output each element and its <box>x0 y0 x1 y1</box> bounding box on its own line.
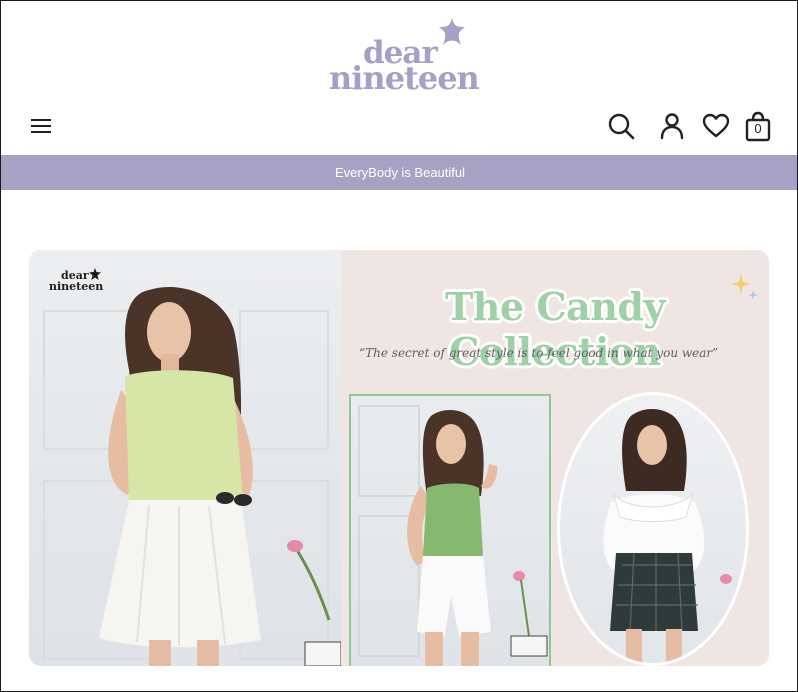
model-figure <box>99 286 341 666</box>
announcement-text: EveryBody is Beautiful <box>334 165 466 180</box>
hero-banner[interactable]: dear nineteen The Candy Collection “The … <box>29 250 769 666</box>
announcement-bar: EveryBody is Beautiful <box>1 155 797 190</box>
collection-headline: The Candy Collection <box>445 284 665 374</box>
sparkle-icon <box>731 274 758 300</box>
brand-logo[interactable]: dear nineteen <box>329 17 480 97</box>
mini-logo-nineteen: nineteen <box>49 280 104 293</box>
account-button[interactable] <box>656 109 688 143</box>
collection-panel: The Candy Collection “The secret of grea… <box>341 250 769 666</box>
logo-word-nineteen: nineteen <box>329 59 480 97</box>
model-figure <box>603 409 732 663</box>
page: dear nineteen 0 EveryBody is Beautiful d… <box>0 0 798 692</box>
model-photo-tweed-skirt <box>557 392 749 666</box>
account-icon <box>660 113 684 140</box>
site-header: dear nineteen 0 <box>1 1 797 155</box>
heart-icon <box>702 113 730 138</box>
hero-photo-model: dear nineteen <box>29 250 341 666</box>
model-photo-green-top <box>349 394 551 666</box>
search-icon <box>608 113 635 140</box>
wishlist-button[interactable] <box>700 109 732 143</box>
star-icon <box>439 18 465 45</box>
search-button[interactable] <box>605 109 637 143</box>
star-icon <box>89 268 101 280</box>
menu-button[interactable] <box>29 115 53 137</box>
model-figure <box>358 405 548 666</box>
hamburger-menu-icon <box>31 119 51 133</box>
cart-count-badge: 0 <box>754 121 762 136</box>
cart-button[interactable]: 0 <box>742 109 774 143</box>
collection-tagline: “The secret of great style is to feel go… <box>359 346 719 360</box>
